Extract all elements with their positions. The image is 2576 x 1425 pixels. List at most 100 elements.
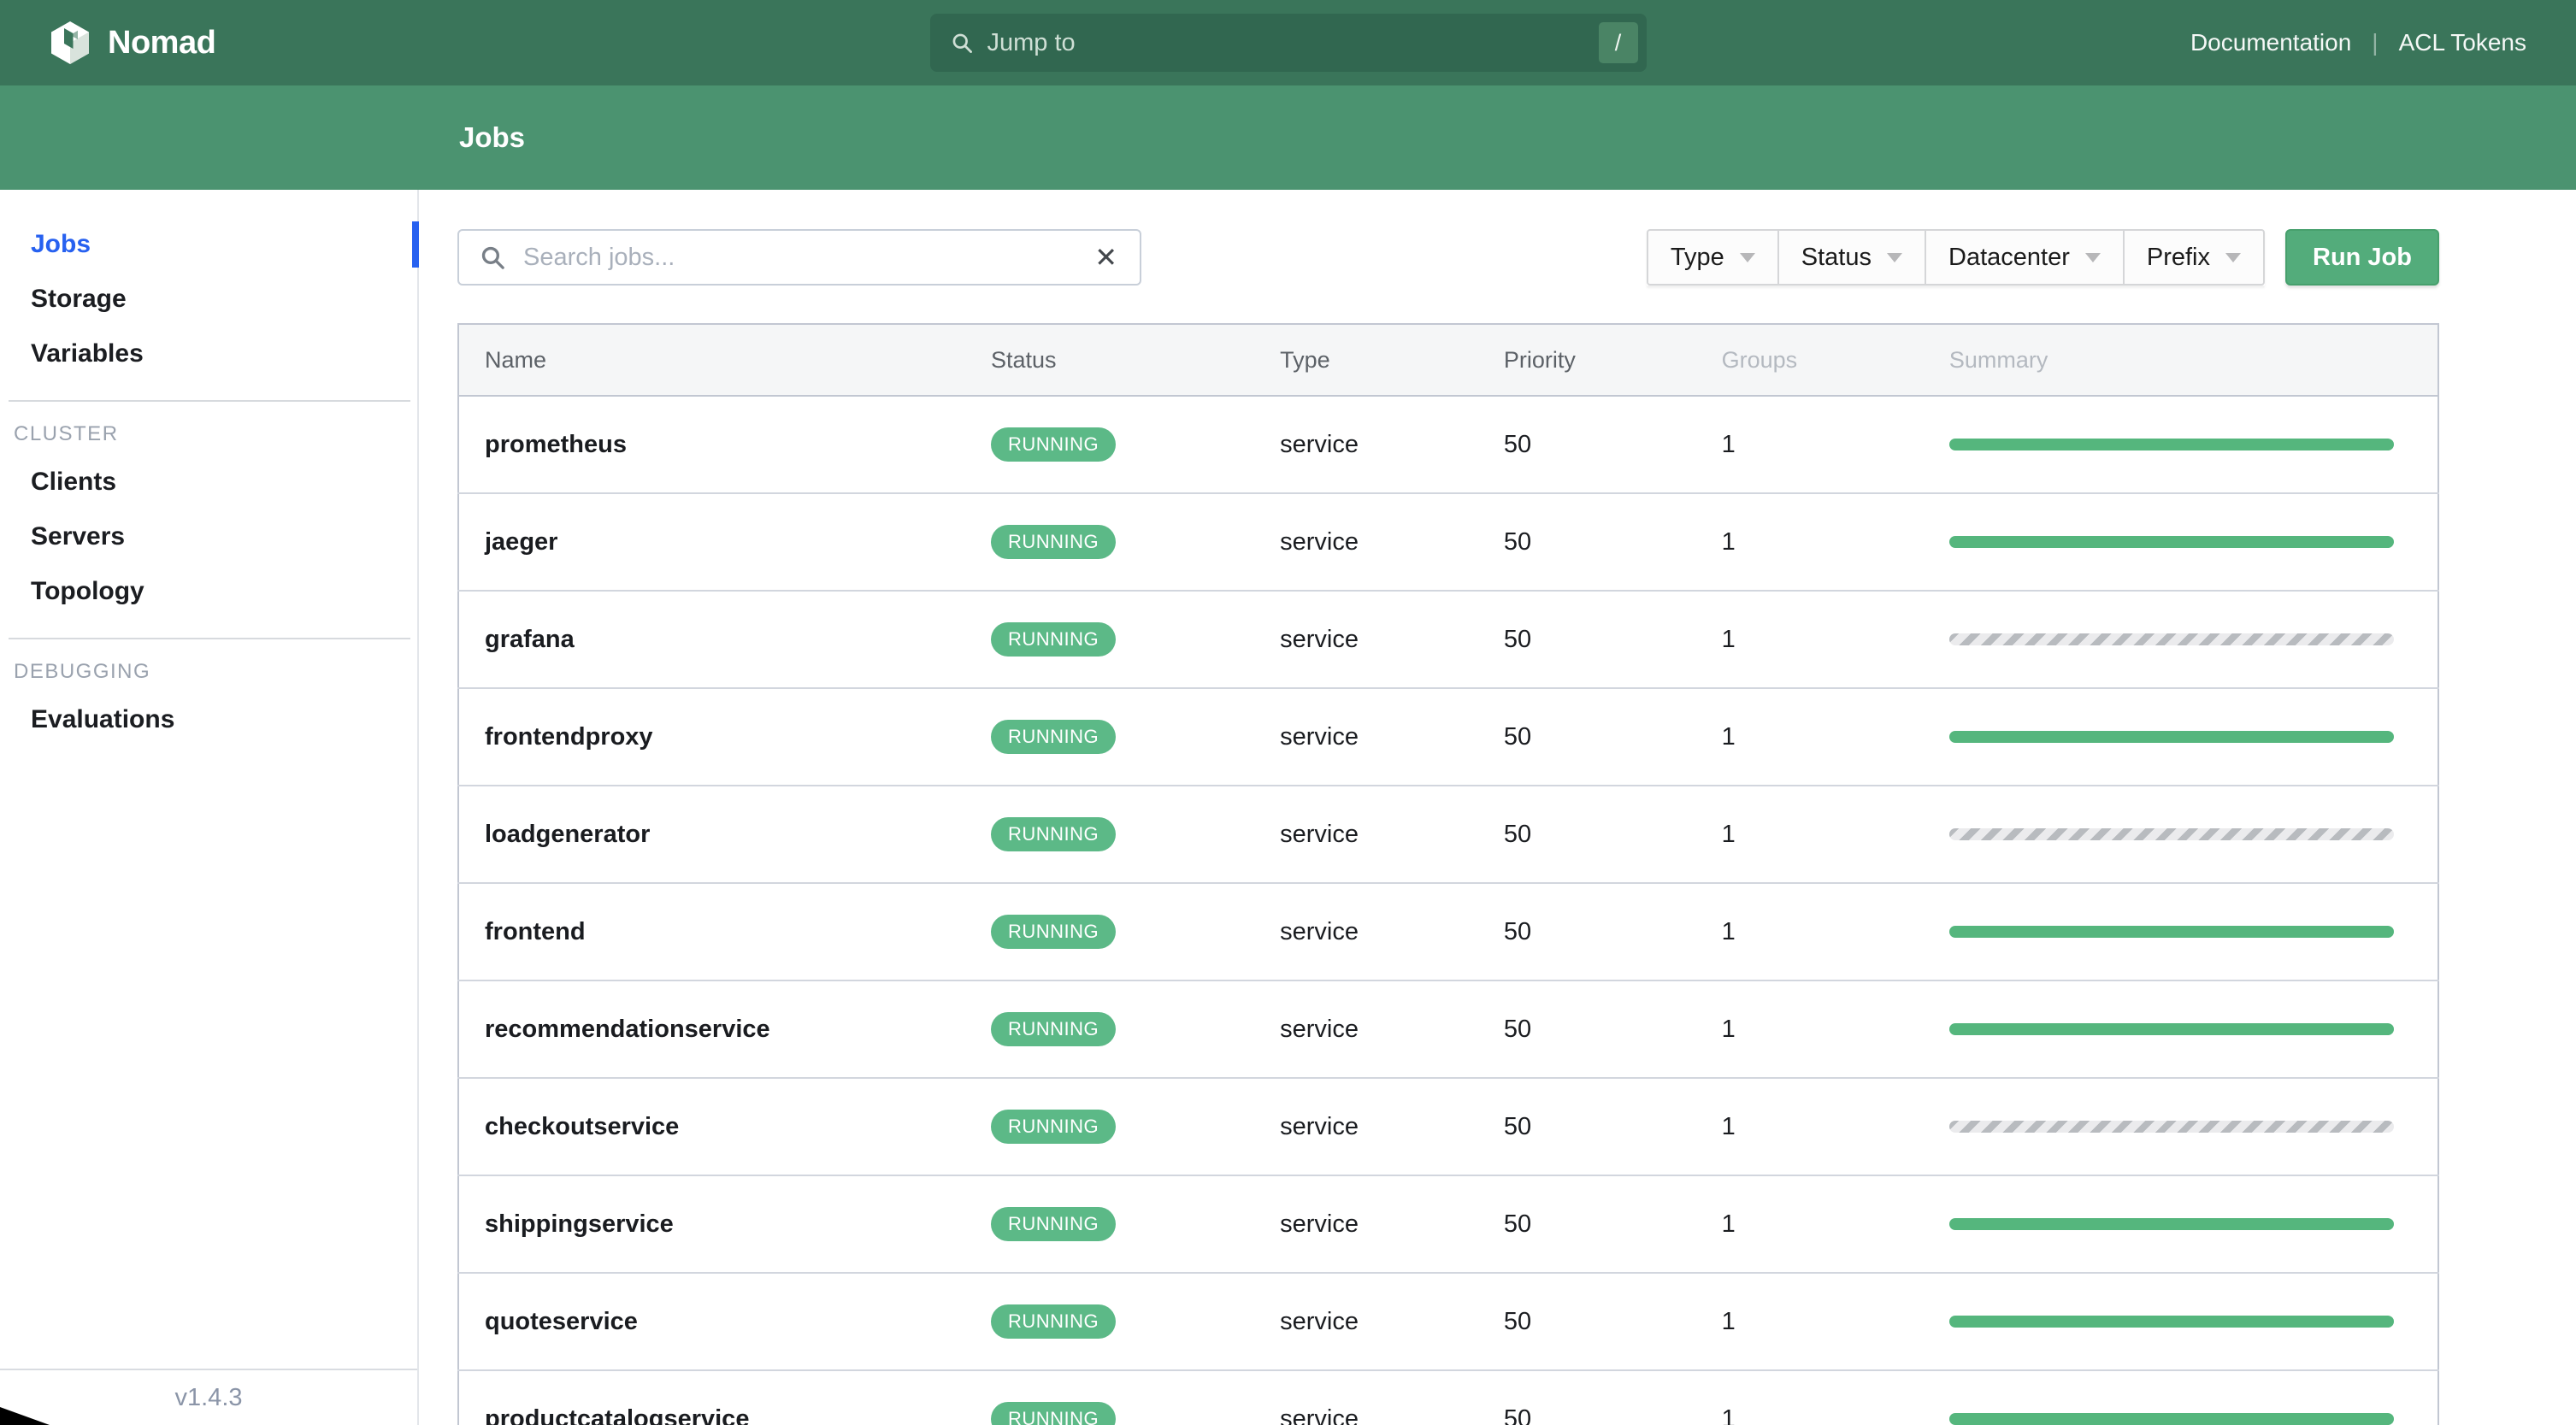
table-row[interactable]: productcatalogservice RUNNING service 50… xyxy=(458,1370,2438,1425)
summary-bar xyxy=(1948,1121,2394,1133)
job-name-link[interactable]: prometheus xyxy=(485,431,627,458)
job-groups: 1 xyxy=(1721,688,1949,786)
filter-type-dropdown[interactable]: Type xyxy=(1646,229,1779,286)
job-priority: 50 xyxy=(1503,591,1722,689)
job-priority: 50 xyxy=(1503,1273,1722,1371)
summary-bar xyxy=(1948,1023,2394,1035)
nomad-brand[interactable]: Nomad xyxy=(0,21,216,65)
summary-bar xyxy=(1948,731,2394,743)
job-name-link[interactable]: productcatalogservice xyxy=(485,1405,749,1425)
job-priority: 50 xyxy=(1503,493,1722,592)
column-header-summary: Summary xyxy=(1948,324,2438,397)
job-name-link[interactable]: frontendproxy xyxy=(485,723,653,751)
status-badge: RUNNING xyxy=(991,817,1117,851)
summary-bar xyxy=(1948,1316,2394,1328)
job-priority: 50 xyxy=(1503,883,1722,981)
job-groups: 1 xyxy=(1721,396,1949,494)
sidebar-section-cluster: CLUSTER xyxy=(14,422,119,445)
chevron-down-icon xyxy=(1887,252,1902,262)
filter-status-dropdown[interactable]: Status xyxy=(1777,229,1926,286)
job-priority: 50 xyxy=(1503,1370,1722,1425)
table-row[interactable]: checkoutservice RUNNING service 50 1 xyxy=(458,1078,2438,1176)
summary-bar xyxy=(1948,1218,2394,1230)
job-priority: 50 xyxy=(1503,1078,1722,1176)
toolbar: ✕ Type Status Datacenter xyxy=(457,229,2439,286)
status-badge: RUNNING xyxy=(991,1402,1117,1425)
status-badge: RUNNING xyxy=(991,720,1117,754)
jobs-search-input[interactable] xyxy=(506,243,1095,272)
sidebar-item-clients[interactable]: Clients xyxy=(0,455,417,509)
page-header-bar: Jobs xyxy=(0,85,2576,190)
job-type: service xyxy=(1280,883,1504,981)
sidebar-item-evaluations[interactable]: Evaluations xyxy=(0,692,417,747)
job-type: service xyxy=(1280,396,1504,494)
summary-bar xyxy=(1948,439,2394,450)
top-navbar: Nomad / Documentation | ACL Tokens xyxy=(0,0,2576,85)
job-priority: 50 xyxy=(1503,980,1722,1079)
column-header-status[interactable]: Status xyxy=(991,324,1281,397)
table-row[interactable]: jaeger RUNNING service 50 1 xyxy=(458,493,2438,592)
documentation-link[interactable]: Documentation xyxy=(2190,29,2351,56)
table-row[interactable]: loadgenerator RUNNING service 50 1 xyxy=(458,786,2438,884)
job-name-link[interactable]: loadgenerator xyxy=(485,821,650,848)
sidebar-item-variables[interactable]: Variables xyxy=(0,327,417,381)
page-title: Jobs xyxy=(459,121,526,153)
table-row[interactable]: frontendproxy RUNNING service 50 1 xyxy=(458,688,2438,786)
job-name-link[interactable]: jaeger xyxy=(485,528,557,556)
job-name-link[interactable]: grafana xyxy=(485,626,575,653)
column-header-priority[interactable]: Priority xyxy=(1503,324,1722,397)
jump-to-input[interactable] xyxy=(987,28,1599,57)
job-groups: 1 xyxy=(1721,1175,1949,1274)
sidebar-divider xyxy=(9,400,410,402)
sidebar-item-jobs[interactable]: Jobs xyxy=(0,217,419,272)
chevron-down-icon xyxy=(2084,252,2101,262)
job-name-link[interactable]: checkoutservice xyxy=(485,1113,679,1140)
table-row[interactable]: quoteservice RUNNING service 50 1 xyxy=(458,1273,2438,1371)
column-header-name[interactable]: Name xyxy=(458,324,991,397)
status-badge: RUNNING xyxy=(991,622,1117,657)
run-job-button[interactable]: Run Job xyxy=(2285,229,2439,286)
sidebar: Jobs Storage Variables CLUSTER Clients S… xyxy=(0,190,419,1425)
nav-separator: | xyxy=(2372,29,2379,56)
job-groups: 1 xyxy=(1721,883,1949,981)
table-row[interactable]: recommendationservice RUNNING service 50… xyxy=(458,980,2438,1079)
job-name-link[interactable]: shippingservice xyxy=(485,1210,674,1238)
status-badge: RUNNING xyxy=(991,915,1117,949)
filter-label: Type xyxy=(1670,243,1724,271)
search-icon xyxy=(952,33,972,53)
search-icon xyxy=(481,246,504,269)
filter-datacenter-dropdown[interactable]: Datacenter xyxy=(1925,229,2125,286)
status-badge: RUNNING xyxy=(991,1207,1117,1241)
jump-to-search[interactable]: / xyxy=(929,14,1647,72)
job-name-link[interactable]: frontend xyxy=(485,918,586,945)
sidebar-divider xyxy=(9,638,410,639)
nomad-logo-icon xyxy=(51,21,89,64)
slash-shortcut-key: / xyxy=(1598,22,1638,63)
status-badge: RUNNING xyxy=(991,427,1117,462)
main-content: ✕ Type Status Datacenter xyxy=(419,190,2576,1425)
top-nav-links: Documentation | ACL Tokens xyxy=(2190,29,2576,56)
acl-tokens-link[interactable]: ACL Tokens xyxy=(2399,29,2526,56)
filter-label: Status xyxy=(1801,243,1872,271)
job-priority: 50 xyxy=(1503,1175,1722,1274)
summary-bar xyxy=(1948,1413,2394,1425)
job-type: service xyxy=(1280,786,1504,884)
table-row[interactable]: grafana RUNNING service 50 1 xyxy=(458,591,2438,689)
table-row[interactable]: prometheus RUNNING service 50 1 xyxy=(458,396,2438,494)
sidebar-item-topology[interactable]: Topology xyxy=(0,564,417,619)
jobs-search-box[interactable]: ✕ xyxy=(457,229,1141,286)
job-name-link[interactable]: recommendationservice xyxy=(485,1016,770,1043)
table-row[interactable]: shippingservice RUNNING service 50 1 xyxy=(458,1175,2438,1274)
table-row[interactable]: frontend RUNNING service 50 1 xyxy=(458,883,2438,981)
job-groups: 1 xyxy=(1721,980,1949,1079)
clear-search-icon[interactable]: ✕ xyxy=(1094,244,1117,271)
column-header-type[interactable]: Type xyxy=(1280,324,1504,397)
sidebar-item-storage[interactable]: Storage xyxy=(0,272,417,327)
sidebar-item-servers[interactable]: Servers xyxy=(0,509,417,564)
version-label: v1.4.3 xyxy=(0,1369,417,1425)
status-badge: RUNNING xyxy=(991,1012,1117,1046)
status-badge: RUNNING xyxy=(991,1110,1117,1144)
job-groups: 1 xyxy=(1721,786,1949,884)
filter-prefix-dropdown[interactable]: Prefix xyxy=(2122,229,2265,286)
job-name-link[interactable]: quoteservice xyxy=(485,1308,638,1335)
